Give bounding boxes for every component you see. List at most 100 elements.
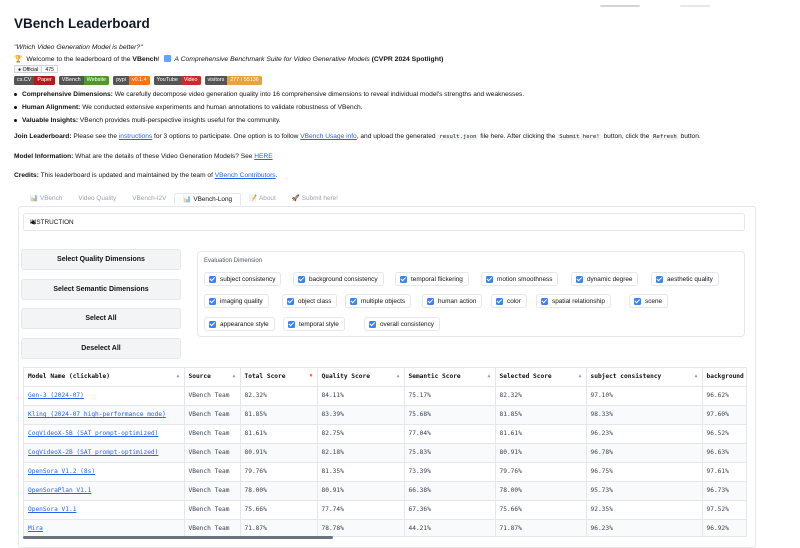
checkbox-dynamic-degree[interactable]: dynamic degree bbox=[571, 272, 639, 286]
vbench-long-panel: INSTRUCTION ◀ Select Quality Dimensions … bbox=[18, 206, 756, 548]
checkbox-multiple-objects[interactable]: multiple objects bbox=[345, 294, 412, 308]
credits-label: Credits: bbox=[14, 172, 39, 179]
model-link[interactable]: CogVideoX-5B (SAT prompt-optimized) bbox=[24, 424, 185, 444]
checkbox-motion-smoothness[interactable]: motion smoothness bbox=[481, 272, 559, 286]
badge-right: Video bbox=[180, 76, 201, 85]
checkbox-color[interactable]: color bbox=[491, 294, 527, 308]
badge-left: cs.CV bbox=[14, 76, 35, 85]
model-link[interactable]: Mira bbox=[24, 519, 185, 536]
join-text-2: for 3 options to participate. One option… bbox=[152, 133, 301, 140]
column-header[interactable]: subject consistency ▲ bbox=[586, 368, 703, 387]
checkbox-label: subject consistency bbox=[220, 275, 276, 283]
sort-icon[interactable]: ▲ bbox=[694, 373, 697, 379]
feature-text: We carefully decompose video generation … bbox=[112, 91, 525, 98]
table-row: OpenSora V1.2 (8s) VBench Team 79.76% 81.35… bbox=[24, 462, 746, 482]
model-link[interactable]: CogVideoX-2B (SAT prompt-optimized) bbox=[24, 443, 185, 463]
here-link[interactable]: HERE bbox=[254, 153, 272, 160]
checkbox-overall-consistency[interactable]: overall consistency bbox=[364, 317, 440, 331]
top-tab-indicator-2[interactable] bbox=[680, 5, 710, 7]
column-header[interactable]: Total Score ▼ bbox=[240, 368, 318, 387]
checkbox-subject-consistency[interactable]: subject consistency bbox=[204, 272, 282, 286]
model-link[interactable]: OpenSora V1.2 (8s) bbox=[24, 462, 185, 482]
table-cell: 97.61% bbox=[702, 462, 746, 482]
column-header[interactable]: background consistency bbox=[702, 368, 746, 387]
instructions-link[interactable]: instructions bbox=[119, 133, 152, 140]
top-tab-indicator[interactable] bbox=[600, 5, 640, 7]
tab-vbench-i2v[interactable]: VBench-I2V bbox=[124, 193, 174, 205]
instruction-accordion[interactable]: INSTRUCTION ◀ bbox=[23, 213, 745, 231]
tab-bar: 📊 VBench Video Quality VBench-I2V 📊 VBench-Lo… bbox=[22, 193, 346, 205]
checkbox-aesthetic-quality[interactable]: aesthetic quality bbox=[651, 272, 719, 286]
checkbox-background-consistency[interactable]: background consistency bbox=[293, 272, 384, 286]
column-header[interactable]: Selected Score ▲ bbox=[495, 368, 587, 387]
sort-icon[interactable]: ▲ bbox=[487, 373, 490, 379]
welcome-text: Welcome to the leaderboard of the bbox=[26, 56, 131, 63]
select-all-button[interactable]: Select All bbox=[21, 308, 181, 329]
tab-about[interactable]: 📝 About bbox=[241, 193, 284, 205]
tab-label: Submit here! bbox=[301, 195, 338, 202]
badge-visitors[interactable]: visitors 277 / 55136 bbox=[204, 76, 262, 85]
column-header[interactable]: Quality Score ▲ bbox=[317, 368, 405, 387]
checkbox-temporal-style[interactable]: temporal style bbox=[283, 317, 345, 331]
column-header[interactable]: Model Name (clickable) ▲ bbox=[24, 368, 185, 387]
table-cell: 78.00% bbox=[495, 481, 587, 501]
checkbox-checked-icon bbox=[209, 297, 216, 305]
column-header-label: Total Score bbox=[244, 373, 286, 381]
table-cell: 82.32% bbox=[240, 386, 318, 406]
sort-icon[interactable]: ▲ bbox=[176, 373, 179, 379]
table-cell: 66.38% bbox=[404, 481, 496, 501]
checkbox-checked-icon bbox=[400, 275, 407, 283]
column-header[interactable]: Source ▲ bbox=[184, 368, 241, 387]
sort-icon[interactable]: ▲ bbox=[232, 373, 235, 379]
checkbox-spatial-relationship[interactable]: spatial relationship bbox=[536, 294, 611, 308]
refresh-code: Refresh bbox=[651, 134, 679, 140]
table-cell: 75.68% bbox=[404, 405, 496, 425]
paper-title: A Comprehensive Benchmark Suite for Vide… bbox=[174, 56, 370, 63]
checkbox-appearance-style[interactable]: appearance style bbox=[204, 317, 275, 331]
sort-icon[interactable]: ▲ bbox=[578, 373, 581, 379]
badge-right: 277 / 55136 bbox=[227, 76, 262, 85]
checkbox-human-action[interactable]: human action bbox=[422, 294, 483, 308]
badge-youtube[interactable]: YouTube Video bbox=[153, 76, 201, 85]
model-information: Model Information: What are the details … bbox=[14, 153, 273, 160]
github-stars[interactable]: ● Official 475 bbox=[14, 65, 58, 73]
badge-pypi[interactable]: pypi v0.1.4 bbox=[113, 76, 150, 85]
leaderboard-table: Model Name (clickable) ▲ Source ▲ Total Scor… bbox=[23, 367, 747, 537]
checkbox-label: motion smoothness bbox=[497, 275, 553, 283]
select-quality-button[interactable]: Select Quality Dimensions bbox=[21, 249, 181, 270]
select-semantic-button[interactable]: Select Semantic Dimensions bbox=[21, 279, 181, 300]
checkbox-checked-icon bbox=[634, 297, 641, 305]
model-link[interactable]: OpenSoraPlan V1.1 bbox=[24, 481, 185, 501]
tab-submit-here[interactable]: 🚀 Submit here! bbox=[284, 193, 346, 205]
feature-title: Valuable Insights: bbox=[22, 117, 79, 125]
checkbox-imaging-quality[interactable]: imaging quality bbox=[204, 294, 269, 308]
badge-left: VBench bbox=[58, 76, 84, 85]
tab-vbench-long[interactable]: 📊 VBench-Long bbox=[174, 193, 242, 205]
badge-cs-cv[interactable]: cs.CV Paper bbox=[14, 76, 55, 85]
usage-info-link[interactable]: VBench Usage info bbox=[300, 133, 356, 140]
top-bar bbox=[600, 0, 800, 8]
checkbox-scene[interactable]: scene bbox=[629, 294, 669, 308]
model-link[interactable]: OpenSora V1.1 bbox=[24, 500, 185, 520]
horizontal-scrollbar[interactable] bbox=[23, 536, 333, 539]
model-link[interactable]: Kling (2024-07 high-performance mode) bbox=[24, 405, 185, 425]
sort-icon[interactable]: ▲ bbox=[396, 373, 399, 379]
checkbox-temporal-flickering[interactable]: temporal flickering bbox=[395, 272, 469, 286]
badge-vbench[interactable]: VBench Website bbox=[58, 76, 110, 85]
table-cell: 80.91% bbox=[240, 443, 318, 463]
welcome-excl: ! bbox=[157, 56, 160, 63]
tab-video-quality[interactable]: Video Quality bbox=[70, 193, 124, 205]
join-text-6: button. bbox=[678, 133, 701, 140]
model-link[interactable]: Gen-3 (2024-07) bbox=[24, 386, 185, 406]
tab-icon: 🚀 bbox=[291, 195, 300, 202]
table-cell: 79.76% bbox=[495, 462, 587, 482]
contributors-link[interactable]: VBench Contributors bbox=[215, 172, 276, 179]
tagline: "Which Video Generation Model is better?… bbox=[14, 44, 143, 51]
sort-desc-icon[interactable]: ▼ bbox=[309, 373, 312, 379]
table-cell: 97.60% bbox=[702, 405, 746, 425]
deselect-all-button[interactable]: Deselect All bbox=[21, 338, 181, 359]
checkbox-object-class[interactable]: object class bbox=[282, 294, 338, 308]
table-cell: 81.61% bbox=[240, 424, 318, 444]
column-header[interactable]: Semantic Score ▲ bbox=[404, 368, 496, 387]
tab-vbench[interactable]: 📊 VBench bbox=[22, 193, 70, 205]
